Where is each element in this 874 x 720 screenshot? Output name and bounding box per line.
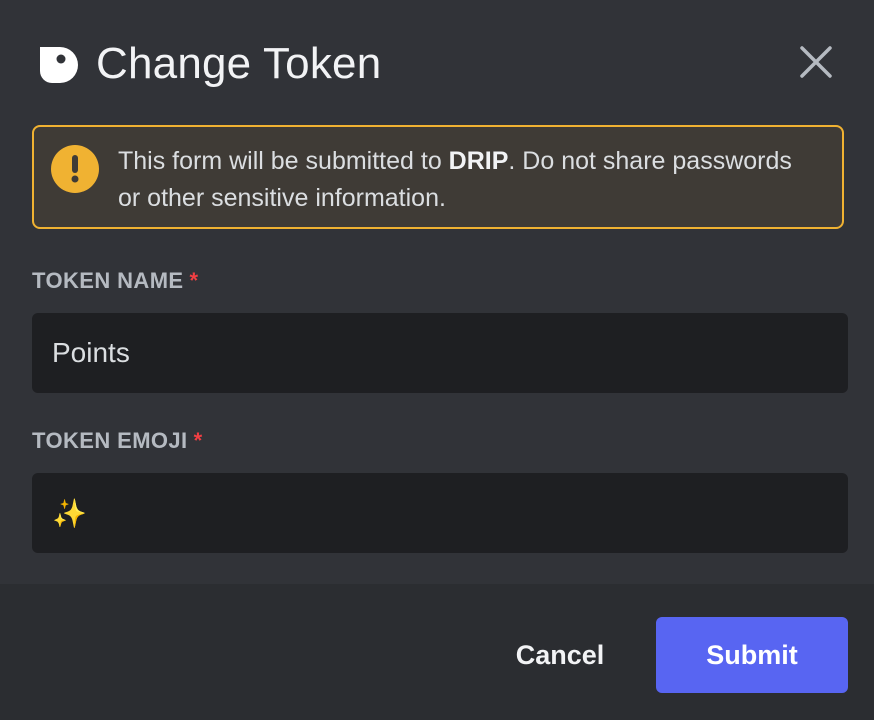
notice-text: This form will be submitted to DRIP. Do … — [118, 143, 818, 217]
required-marker: * — [189, 268, 199, 293]
token-emoji-label: TOKEN EMOJI * — [32, 428, 203, 454]
drip-logo-icon — [36, 43, 80, 87]
change-token-modal: Change Token This form will be submitted… — [0, 0, 874, 720]
token-emoji-label-text: TOKEN EMOJI — [32, 428, 188, 453]
required-marker: * — [193, 428, 203, 453]
modal-footer: Cancel Submit — [0, 584, 874, 720]
token-name-label: TOKEN NAME * — [32, 268, 198, 294]
close-icon — [798, 44, 834, 85]
notice-text-before: This form will be submitted to — [118, 147, 449, 175]
token-name-label-text: TOKEN NAME — [32, 268, 184, 293]
warning-notice: This form will be submitted to DRIP. Do … — [32, 125, 844, 229]
token-emoji-input[interactable] — [32, 473, 848, 553]
warning-icon — [51, 145, 99, 193]
cancel-button[interactable]: Cancel — [500, 617, 620, 693]
notice-app-name: DRIP — [448, 147, 509, 175]
close-button[interactable] — [796, 44, 836, 84]
token-name-input[interactable] — [32, 313, 848, 393]
modal-title: Change Token — [96, 39, 382, 88]
submit-button[interactable]: Submit — [656, 617, 848, 693]
modal-header: Change Token — [0, 0, 874, 126]
